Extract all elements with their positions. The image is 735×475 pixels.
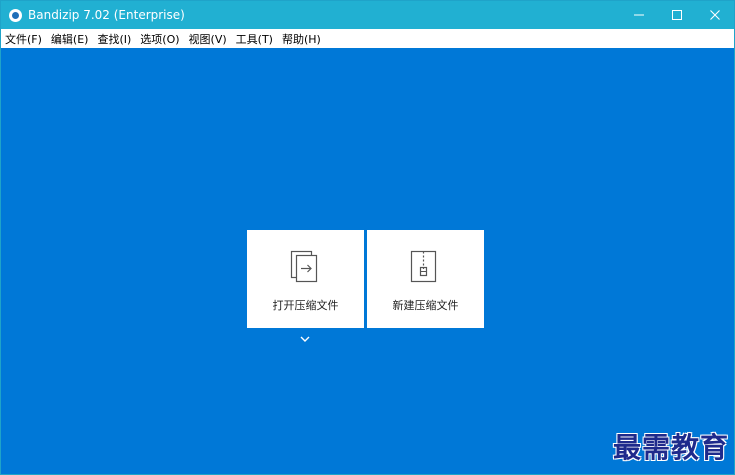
menu-tools[interactable]: 工具(T) — [236, 31, 273, 47]
menu-view[interactable]: 视图(V) — [189, 31, 227, 47]
menu-edit[interactable]: 编辑(E) — [51, 31, 89, 47]
close-button[interactable] — [696, 1, 734, 29]
menu-bar: 文件(F) 编辑(E) 查找(I) 选项(O) 视图(V) 工具(T) 帮助(H… — [1, 29, 734, 48]
chevron-down-icon[interactable] — [299, 335, 311, 343]
main-content: 打开压缩文件 新建压缩文件 最需教育 — [1, 48, 734, 474]
close-icon — [710, 10, 720, 20]
window-controls — [620, 1, 734, 29]
app-window: Bandizip 7.02 (Enterprise) 文件(F) 编辑(E) 查… — [0, 0, 735, 475]
new-archive-label: 新建压缩文件 — [392, 299, 459, 312]
new-archive-button[interactable]: 新建压缩文件 — [367, 230, 484, 328]
open-archive-label: 打开压缩文件 — [272, 299, 339, 312]
open-archive-button[interactable]: 打开压缩文件 — [247, 230, 364, 328]
bandizip-app-icon[interactable] — [9, 8, 22, 22]
watermark-text: 最需教育 — [613, 431, 730, 464]
maximize-icon — [672, 10, 682, 20]
menu-file[interactable]: 文件(F) — [5, 31, 42, 47]
minimize-button[interactable] — [620, 1, 658, 29]
menu-find[interactable]: 查找(I) — [97, 31, 131, 47]
title-bar[interactable]: Bandizip 7.02 (Enterprise) — [1, 1, 734, 29]
menu-help[interactable]: 帮助(H) — [282, 31, 321, 47]
zip-file-icon — [410, 250, 437, 283]
window-title: Bandizip 7.02 (Enterprise) — [28, 8, 185, 22]
maximize-button[interactable] — [658, 1, 696, 29]
menu-options[interactable]: 选项(O) — [140, 31, 179, 47]
open-archive-icon — [290, 250, 318, 283]
minimize-icon — [634, 14, 644, 16]
